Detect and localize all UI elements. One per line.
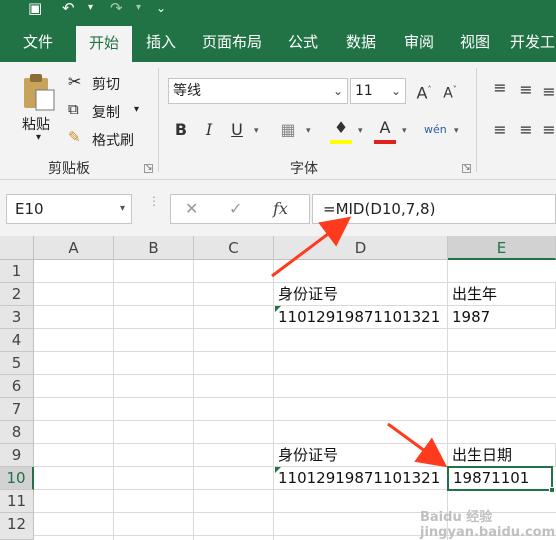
watermark: Baidu 经验 jingyan.baidu.com [420,510,556,540]
arrow-to-formula [271,216,352,278]
arrow-to-result [387,422,448,468]
annotation-arrows [271,216,448,468]
